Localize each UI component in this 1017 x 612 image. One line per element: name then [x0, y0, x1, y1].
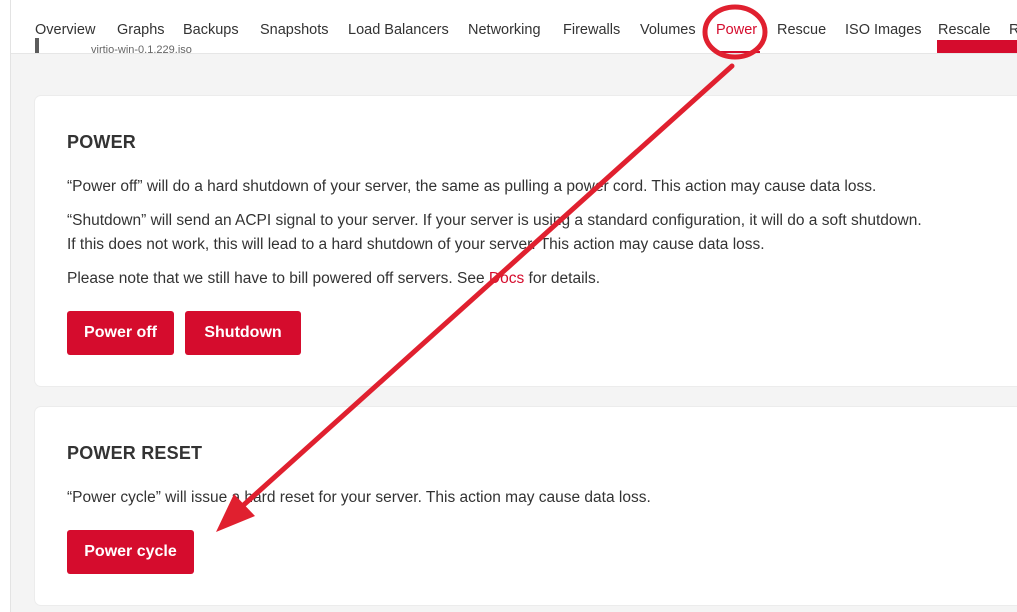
power-title: POWER — [67, 132, 137, 152]
iso-filename: virtio-win-0.1.229.iso — [91, 44, 192, 54]
tab-more[interactable]: R — [1009, 22, 1017, 38]
docs-link[interactable]: Docs — [489, 270, 524, 287]
power-reset-card: POWER RESET “Power cycle” will issue a h… — [35, 407, 1017, 605]
shutdown-description-line2: If this does not work, this will lead to… — [67, 236, 765, 253]
tab-backups[interactable]: Backups — [183, 22, 239, 38]
power-cycle-description: “Power cycle” will issue a hard reset fo… — [67, 489, 651, 506]
tab-networking[interactable]: Networking — [468, 22, 541, 38]
iso-row-strip — [35, 38, 39, 53]
power-off-button[interactable]: Power off — [67, 311, 174, 355]
tab-iso-images[interactable]: ISO Images — [845, 22, 922, 38]
tab-firewalls[interactable]: Firewalls — [563, 22, 620, 38]
shutdown-button[interactable]: Shutdown — [185, 311, 301, 355]
billing-note-text: Please note that we still have to bill p… — [67, 270, 489, 287]
shutdown-description-line1: “Shutdown” will send an ACPI signal to y… — [67, 212, 922, 229]
billing-note: Please note that we still have to bill p… — [67, 267, 600, 291]
tab-volumes[interactable]: Volumes — [640, 22, 696, 38]
tab-bar: Overview Graphs Backups Snapshots Load B… — [11, 0, 1017, 54]
tab-snapshots[interactable]: Snapshots — [260, 22, 329, 38]
left-rail — [0, 0, 11, 612]
billing-note-suffix: for details. — [524, 270, 601, 287]
power-cycle-button[interactable]: Power cycle — [67, 530, 194, 574]
iso-action-button[interactable] — [937, 40, 1017, 53]
app-window: Overview Graphs Backups Snapshots Load B… — [0, 0, 1017, 612]
tab-rescue[interactable]: Rescue — [777, 22, 826, 38]
tab-overview[interactable]: Overview — [35, 22, 95, 38]
power-card: POWER “Power off” will do a hard shutdow… — [35, 96, 1017, 386]
power-off-description: “Power off” will do a hard shutdown of y… — [67, 178, 877, 195]
active-tab-underline — [716, 51, 760, 53]
tab-rescale[interactable]: Rescale — [938, 22, 990, 38]
tab-power[interactable]: Power — [716, 22, 757, 38]
tab-load-balancers[interactable]: Load Balancers — [348, 22, 449, 38]
power-reset-title: POWER RESET — [67, 443, 203, 463]
tab-graphs[interactable]: Graphs — [117, 22, 165, 38]
